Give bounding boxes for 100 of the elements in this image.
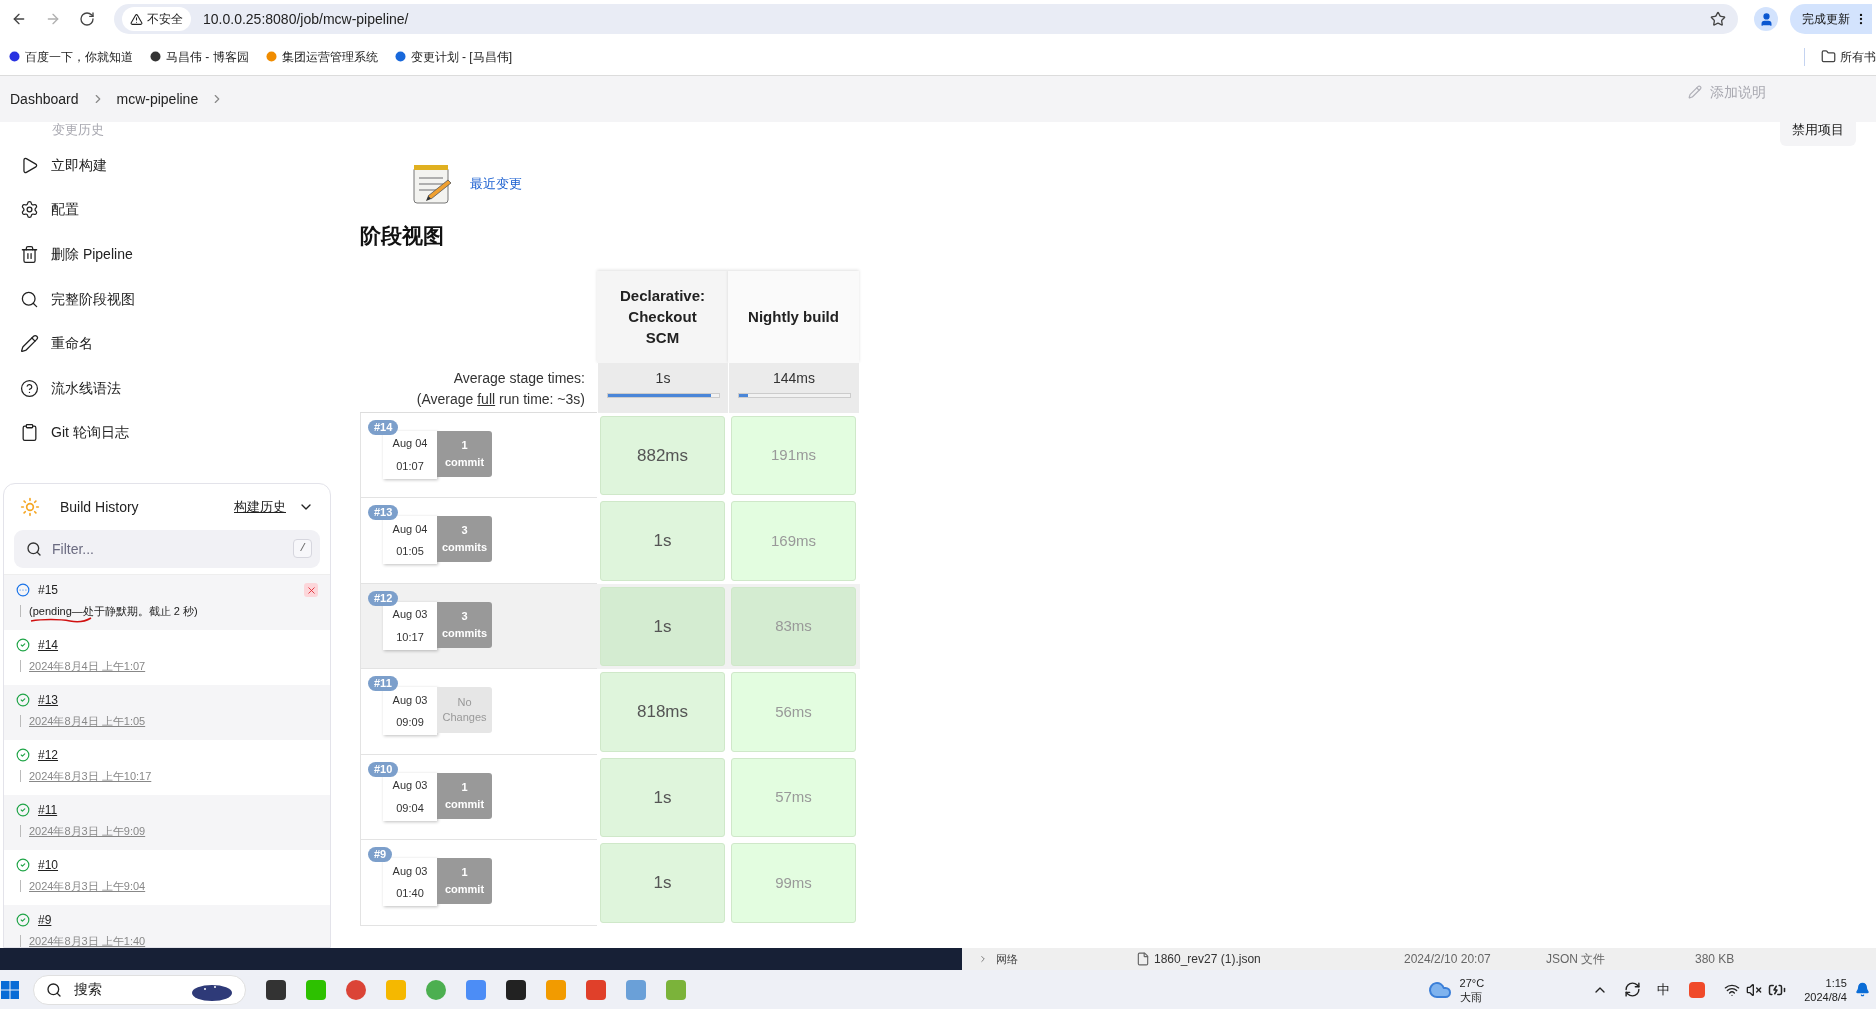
stage-duration-cell[interactable]: 1s bbox=[600, 757, 725, 837]
commit-count: 3 bbox=[461, 608, 468, 624]
bookmark-link[interactable]: 变更计划 - [马昌伟] bbox=[393, 47, 512, 66]
sidebar-item[interactable]: Git 轮询日志 bbox=[0, 410, 332, 456]
build-date-card[interactable]: Aug 04 01:07 bbox=[383, 430, 437, 479]
pending-message: (pending—处于静默期。截止 2 秒) bbox=[29, 604, 198, 620]
sidebar-item[interactable]: 重命名 bbox=[0, 321, 332, 366]
file-name[interactable]: 1860_rev27 (1).json bbox=[1154, 950, 1404, 968]
recent-changes-link[interactable]: 最近变更 bbox=[470, 174, 522, 194]
build-time: 09:04 bbox=[396, 800, 424, 816]
average-run-text: (Average bbox=[416, 389, 475, 409]
notification-icon[interactable] bbox=[1855, 982, 1870, 997]
cancel-button[interactable] bbox=[304, 583, 318, 598]
file-size: 380 KB bbox=[1695, 951, 1735, 968]
build-date: Aug 03 bbox=[392, 863, 428, 879]
sidebar-item[interactable]: 配置 bbox=[0, 187, 332, 233]
pencil-icon bbox=[1688, 85, 1702, 99]
build-number-link[interactable]: #13 bbox=[38, 691, 59, 710]
file-modified: 2024/2/10 20:07 bbox=[1404, 951, 1492, 968]
breadcrumb-link[interactable]: Dashboard bbox=[10, 88, 79, 110]
sync-icon[interactable] bbox=[1624, 981, 1642, 998]
success-icon bbox=[16, 638, 30, 653]
stage-duration-cell[interactable]: 1s bbox=[600, 586, 725, 666]
sidebar-item[interactable]: 删除 Pipeline bbox=[0, 232, 332, 277]
build-number-link[interactable]: #11 bbox=[38, 801, 58, 820]
build-date: Aug 03 bbox=[392, 692, 428, 708]
profile-avatar[interactable] bbox=[1754, 7, 1778, 31]
breadcrumb-link[interactable]: mcw-pipeline bbox=[116, 88, 199, 110]
build-time: 01:07 bbox=[396, 458, 424, 474]
logo-icon bbox=[264, 50, 278, 63]
build-date-link[interactable]: 2024年8月3日 上午9:04 bbox=[29, 878, 146, 895]
input-method-indicator[interactable]: 中 bbox=[1657, 979, 1671, 1000]
update-button[interactable]: 完成更新 bbox=[1790, 4, 1872, 34]
build-number-link[interactable]: #14 bbox=[38, 636, 59, 655]
sidebar-item[interactable]: 流水线语法 bbox=[0, 365, 332, 411]
build-date: Aug 03 bbox=[392, 778, 428, 793]
muted-speaker-icon[interactable] bbox=[1746, 981, 1763, 998]
build-date-card[interactable]: Aug 04 01:05 bbox=[383, 516, 437, 564]
build-date-card[interactable]: Aug 03 10:17 bbox=[383, 601, 437, 650]
build-date: Aug 04 bbox=[392, 521, 428, 537]
build-date-card[interactable]: Aug 03 09:09 bbox=[383, 687, 437, 735]
file-type: JSON 文件 bbox=[1546, 951, 1607, 968]
full-link[interactable]: full bbox=[477, 388, 496, 410]
build-history-link[interactable]: 构建历史 bbox=[234, 497, 286, 517]
commit-count: 1 bbox=[461, 779, 468, 795]
all-bookmarks-link[interactable]: 所有书 bbox=[1821, 47, 1876, 66]
bookmark-link[interactable]: 集团运营管理系统 bbox=[264, 47, 378, 66]
bookmark-link[interactable]: 马昌伟 - 博客园 bbox=[149, 47, 249, 66]
build-date-card[interactable]: Aug 03 09:04 bbox=[383, 772, 437, 821]
logo-icon bbox=[393, 50, 407, 63]
pencil-icon bbox=[20, 334, 39, 354]
build-date-link[interactable]: 2024年8月3日 上午10:17 bbox=[29, 768, 152, 785]
build-time: 01:40 bbox=[396, 886, 424, 901]
bookmark-star-icon[interactable] bbox=[1710, 11, 1726, 27]
commit-label: commit bbox=[444, 796, 485, 812]
success-icon bbox=[16, 803, 30, 818]
stage-duration-cell[interactable]: 1s bbox=[600, 501, 725, 581]
build-number-link[interactable]: #10 bbox=[38, 856, 59, 875]
stage-duration-cell[interactable]: 1s bbox=[600, 843, 725, 923]
taskbar-clock[interactable]: 1:15 2024/8/4 bbox=[1804, 975, 1847, 1004]
commit-count: 1 bbox=[461, 437, 468, 453]
address-bar[interactable]: 不安全 10.0.0.25:8080/job/mcw-pipeline/ bbox=[114, 4, 1738, 34]
sidebar-item[interactable]: 完整阶段视图 bbox=[0, 276, 332, 322]
stage-duration-cell[interactable]: 818ms bbox=[600, 672, 725, 752]
security-chip[interactable]: 不安全 bbox=[122, 7, 191, 31]
close-icon bbox=[305, 584, 317, 596]
disable-project-button[interactable]: 禁用项目 bbox=[1780, 122, 1856, 146]
weather-text: 大雨 bbox=[1459, 989, 1483, 1004]
sidebar-item[interactable]: 立即构建 bbox=[0, 143, 332, 188]
person-icon bbox=[1758, 11, 1774, 27]
windows-logo-icon[interactable] bbox=[1, 980, 19, 999]
panel-title: Build History bbox=[60, 497, 139, 517]
build-date-link[interactable]: 2024年8月4日 上午1:07 bbox=[29, 658, 146, 675]
search-icon bbox=[46, 981, 62, 998]
build-number-link[interactable]: #12 bbox=[38, 746, 59, 765]
commit-label: commits bbox=[441, 540, 488, 555]
stage-duration-cell[interactable]: 882ms bbox=[600, 415, 725, 495]
success-icon bbox=[16, 693, 30, 708]
bookmark-link[interactable]: 百度一下，你就知道 bbox=[8, 47, 133, 66]
build-date-card[interactable]: Aug 03 01:40 bbox=[383, 858, 437, 906]
success-icon bbox=[16, 913, 30, 928]
taskbar-search-field[interactable]: 搜索 bbox=[33, 974, 246, 1005]
section-heading: 阶段视图 bbox=[360, 223, 445, 249]
reload-icon bbox=[79, 11, 95, 27]
build-number-link[interactable]: #15 bbox=[38, 581, 59, 600]
search-icon bbox=[20, 289, 39, 309]
search-label: 搜索 bbox=[74, 980, 103, 999]
network-folder-item[interactable]: 网络 bbox=[996, 953, 1018, 965]
settings-icon bbox=[20, 200, 39, 220]
security-label: 不安全 bbox=[147, 11, 183, 28]
stage-header: Nightly build bbox=[728, 270, 859, 363]
chevron-icon bbox=[978, 954, 988, 964]
help-icon bbox=[20, 378, 39, 398]
commit-label: commits bbox=[441, 625, 488, 641]
build-number-link[interactable]: #9 bbox=[38, 911, 52, 930]
url-text: 10.0.0.25:8080/job/mcw-pipeline/ bbox=[203, 9, 410, 29]
play-icon bbox=[20, 155, 39, 175]
stage-header: Declarative: Checkout SCM bbox=[597, 270, 728, 363]
average-time: 1s bbox=[655, 368, 671, 388]
average-time: 144ms bbox=[773, 368, 815, 388]
